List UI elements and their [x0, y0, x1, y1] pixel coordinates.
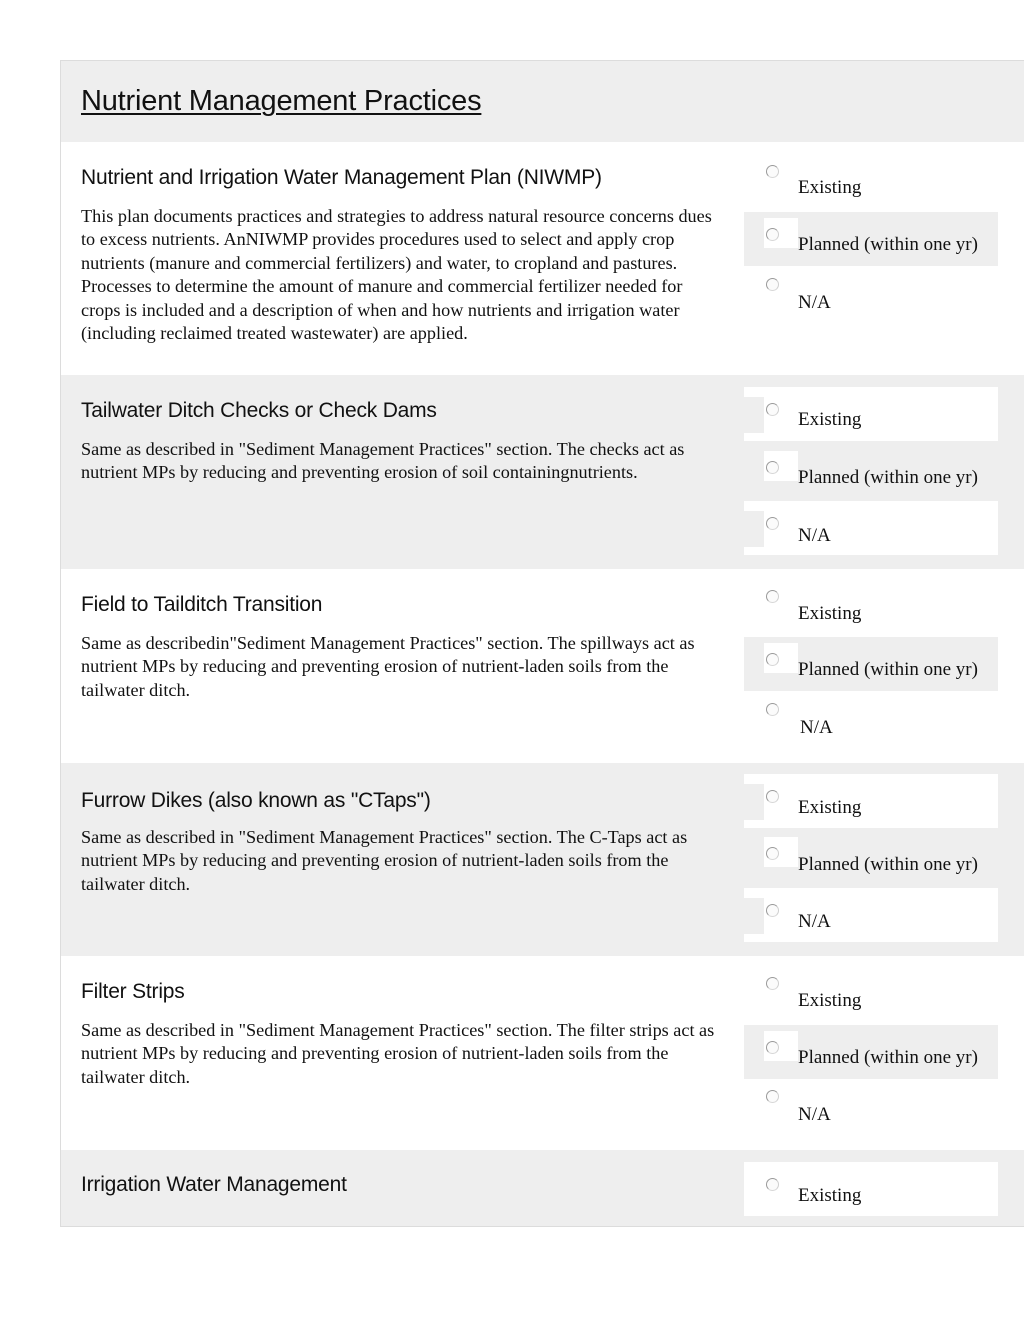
option-label[interactable]: Existing [798, 990, 861, 1012]
nutrient-management-panel: Nutrient Management Practices Nutrient a… [60, 60, 1024, 1227]
option-existing[interactable]: Existing [744, 774, 998, 828]
radio-gutter [744, 397, 764, 433]
practice-title: Field to Tailditch Transition [81, 593, 323, 616]
option-planned[interactable]: Planned (within one yr) [744, 445, 998, 499]
option-label[interactable]: N/A [798, 292, 831, 314]
practice-description: Same as described in "Sediment Managemen… [81, 827, 688, 894]
radio-na[interactable] [766, 1090, 779, 1103]
practice-row-furrow-dikes: Furrow Dikes (also known as "CTaps") Sam… [61, 763, 1024, 956]
option-label[interactable]: N/A [800, 717, 833, 739]
practice-row-irrigation-water-management: Irrigation Water Management Existing [61, 1150, 1024, 1226]
option-existing[interactable]: Existing [744, 157, 998, 211]
radio-planned[interactable] [766, 228, 779, 241]
practice-description: Same as described in "Sediment Managemen… [81, 1020, 715, 1087]
radio-existing[interactable] [766, 590, 779, 603]
option-na[interactable]: N/A [744, 501, 998, 555]
option-na[interactable]: N/A [744, 888, 998, 942]
radio-na[interactable] [766, 517, 779, 530]
practice-row-niwmp: Nutrient and Irrigation Water Management… [61, 142, 1024, 375]
panel-header: Nutrient Management Practices [61, 61, 1024, 142]
option-label[interactable]: Planned (within one yr) [798, 467, 978, 489]
option-label[interactable]: Existing [798, 603, 861, 625]
option-label[interactable]: Existing [798, 797, 861, 819]
option-planned[interactable]: Planned (within one yr) [744, 831, 998, 885]
practice-row-filter-strips: Filter Strips Same as described in "Sedi… [61, 956, 1024, 1150]
option-existing[interactable]: Existing [744, 969, 998, 1023]
option-label[interactable]: N/A [798, 1104, 831, 1126]
practice-title: Furrow Dikes (also known as "CTaps") [81, 789, 431, 812]
radio-na[interactable] [766, 703, 779, 716]
option-label[interactable]: Planned (within one yr) [798, 854, 978, 876]
practice-row-tailwater-checks: Tailwater Ditch Checks or Check Dams Sam… [61, 375, 1024, 569]
option-planned[interactable]: Planned (within one yr) [744, 1025, 998, 1079]
option-existing[interactable]: Existing [744, 1162, 998, 1216]
option-label[interactable]: Existing [798, 409, 861, 431]
radio-planned[interactable] [766, 847, 779, 860]
practice-description: This plan documents practices and strate… [81, 206, 712, 344]
option-na[interactable]: N/A [744, 695, 998, 749]
option-label[interactable]: Planned (within one yr) [798, 234, 978, 256]
option-label[interactable]: Existing [798, 177, 861, 199]
option-planned[interactable]: Planned (within one yr) [744, 212, 998, 266]
radio-planned[interactable] [766, 653, 779, 666]
option-label[interactable]: Planned (within one yr) [798, 1047, 978, 1069]
radio-planned[interactable] [766, 461, 779, 474]
radio-existing[interactable] [766, 790, 779, 803]
radio-existing[interactable] [766, 977, 779, 990]
radio-na[interactable] [766, 278, 779, 291]
option-existing[interactable]: Existing [744, 582, 998, 636]
option-label[interactable]: N/A [798, 911, 831, 933]
option-planned[interactable]: Planned (within one yr) [744, 637, 998, 691]
radio-existing[interactable] [766, 165, 779, 178]
practice-description: Same as describedin"Sediment Management … [81, 633, 695, 700]
practice-row-field-to-tailditch: Field to Tailditch Transition Same as de… [61, 569, 1024, 763]
radio-gutter [744, 898, 764, 934]
practice-title: Filter Strips [81, 980, 185, 1003]
radio-existing[interactable] [766, 403, 779, 416]
radio-planned[interactable] [766, 1041, 779, 1054]
option-existing[interactable]: Existing [744, 387, 998, 441]
radio-na[interactable] [766, 904, 779, 917]
practice-title: Irrigation Water Management [81, 1173, 347, 1196]
section-title: Nutrient Management Practices [81, 85, 482, 117]
practice-description: Same as described in "Sediment Managemen… [81, 439, 685, 483]
practice-title: Nutrient and Irrigation Water Management… [81, 166, 602, 189]
option-label[interactable]: Planned (within one yr) [798, 659, 978, 681]
radio-gutter [744, 511, 764, 547]
option-label[interactable]: Existing [798, 1185, 861, 1207]
option-label[interactable]: N/A [798, 525, 831, 547]
option-na[interactable]: N/A [744, 1082, 998, 1136]
option-na[interactable]: N/A [744, 270, 998, 324]
radio-existing[interactable] [766, 1178, 779, 1191]
radio-gutter [744, 784, 764, 820]
practice-title: Tailwater Ditch Checks or Check Dams [81, 399, 437, 422]
